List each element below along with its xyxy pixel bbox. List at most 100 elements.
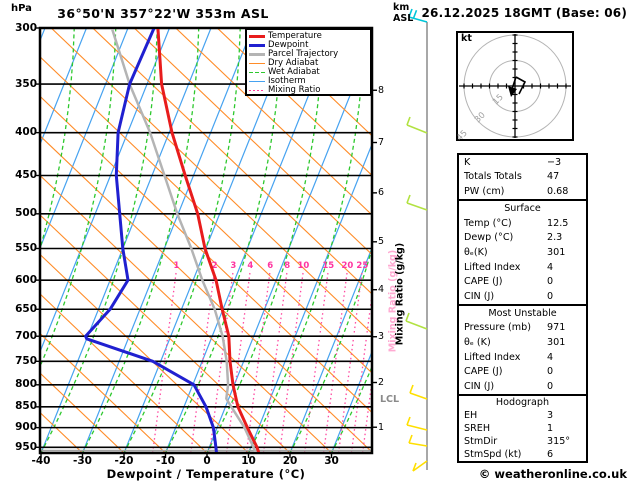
panel-row-value: 6 [547, 449, 554, 460]
panel-row: CIN (J) 0 [459, 291, 586, 302]
skewt-sounding-page: 1 2 3 4 6 8 10 15 20 25 15 30 45 hPa 36°50'N 357°22'… [0, 0, 629, 486]
pressure-tick-label: 800 [15, 378, 37, 391]
panel-row-label: Totals Totals [464, 171, 522, 183]
altitude-tick-label: 2 [378, 377, 385, 388]
pressure-axis-unit: hPa [11, 3, 32, 14]
panel-section: Most Unstable Pressure (mb) 971 θₑ (K) 301 Li… [459, 304, 586, 394]
pressure-tick-label: 400 [15, 126, 37, 139]
mixing-ratio-value-label: 4 [247, 261, 253, 271]
panel-row-label: CIN (J) [464, 291, 495, 303]
panel-section: K −3 Totals Totals 47 PW (cm) 0.68 [459, 155, 586, 199]
pressure-tick-label: 550 [15, 241, 37, 254]
wind-barb-icon [408, 434, 428, 447]
wind-barb-icon [405, 312, 428, 330]
panel-row-value: 47 [547, 171, 560, 183]
panel-row-label: CAPE (J) [464, 366, 503, 378]
altitude-tick-label: 3 [378, 331, 385, 343]
legend: Temperature Dewpoint Parcel Trajectory Dry … [245, 28, 372, 96]
legend-swatch-solid [249, 44, 265, 47]
temperature-tick-label: 20 [282, 455, 298, 467]
panel-row-value: 0 [547, 366, 554, 378]
panel-row-label: SREH [464, 423, 491, 434]
temperature-tick-label: 10 [241, 455, 256, 467]
panel-row: Temp (°C) 12.5 [459, 218, 586, 229]
altitude-tick-label: 8 [378, 84, 385, 96]
temperature-tick-label: -10 [156, 455, 175, 467]
panel-row-value: −3 [547, 156, 562, 168]
altitude-axis-unit-km: km [393, 2, 410, 13]
panel-row-label: CAPE (J) [464, 276, 503, 288]
panel-row-label: Temp (°C) [464, 217, 512, 229]
legend-swatch-solid [249, 80, 265, 83]
panel-row-value: 2.3 [547, 232, 563, 244]
temperature-tick-label: 30 [324, 455, 339, 467]
panel-row: CAPE (J) 0 [459, 366, 586, 377]
pressure-tick-label: 350 [15, 77, 37, 90]
panel-row-label: PW (cm) [464, 186, 505, 198]
legend-label: Mixing Ratio [268, 85, 321, 95]
pressure-tick-label: 500 [15, 207, 37, 220]
panel-row-value: 301 [547, 337, 566, 349]
mixing-ratio-value-label: 3 [230, 261, 236, 271]
panel-row-value: 971 [547, 322, 566, 334]
altitude-tick-label: 4 [378, 284, 385, 296]
panel-row-label: Lifted Index [464, 351, 521, 363]
mixing-ratio-value-label: 10 [297, 261, 309, 271]
legend-swatch-solid [249, 62, 265, 65]
pressure-tick-label: 700 [15, 329, 37, 342]
mixing-ratio-axis-label: Mixing Ratio (g/kg) [394, 242, 406, 346]
wind-barb-icon [406, 116, 428, 134]
altitude-tick-label: 1 [378, 421, 385, 433]
mixing-ratio-value-label: 15 [322, 261, 334, 271]
mixing-ratio-value-label: 6 [267, 261, 273, 271]
legend-item: Mixing Ratio [249, 86, 370, 95]
mixing-ratio-value-label: 1 [173, 261, 179, 271]
panel-row: Lifted Index 4 [459, 352, 586, 363]
panel-row-label: EH [464, 410, 478, 421]
wind-barb-icon [409, 384, 428, 400]
dewpoint-curve [84, 29, 218, 452]
legend-swatch-solid [249, 35, 265, 38]
panel-row: EH 3 [459, 410, 586, 421]
panel-row: StmSpd (kt) 6 [459, 449, 586, 460]
panel-row-value: 0 [547, 291, 554, 303]
panel-row: θₑ (K) 301 [459, 337, 586, 348]
altitude-axis-unit-asl: ASL [393, 13, 414, 24]
pressure-tick-label: 850 [15, 400, 37, 413]
panel-row: θₑ(K) 301 [459, 247, 586, 258]
panel-row-value: 3 [547, 410, 554, 421]
lcl-marker-label: LCL [380, 393, 400, 405]
datetime-label: 26.12.2025 18GMT (Base: 06) [421, 6, 627, 20]
wind-barb-column [405, 8, 428, 472]
panel-row: CAPE (J) 0 [459, 276, 586, 287]
panel-row-label: Pressure (mb) [464, 322, 531, 334]
panel-row-value: 4 [547, 261, 554, 273]
panel-row: SREH 1 [459, 423, 586, 434]
wind-barb-icon [412, 460, 428, 472]
panel-row-label: θₑ(K) [464, 246, 488, 258]
panel-row-value: 12.5 [547, 217, 569, 229]
pressure-tick-label: 600 [15, 273, 37, 286]
panel-row: Pressure (mb) 971 [459, 322, 586, 333]
legend-swatch-solid [249, 53, 265, 56]
panel-row: Lifted Index 4 [459, 262, 586, 273]
panel-row-value: 301 [547, 246, 566, 258]
station-title: 36°50'N 357°22'W 353m ASL [57, 6, 269, 21]
panel-section-header: Most Unstable [488, 307, 557, 319]
x-axis-title: Dewpoint / Temperature (°C) [106, 467, 306, 481]
mixing-ratio-value-label: 25 [356, 261, 368, 271]
altitude-tick-label: 6 [378, 187, 385, 199]
indices-panel: K −3 Totals Totals 47 PW (cm) 0.68 Surface Temp… [457, 153, 588, 463]
panel-row-value: 0.68 [547, 186, 569, 198]
hodograph-unit-label: kt [461, 33, 472, 44]
panel-section: Surface Temp (°C) 12.5 Dewp (°C) 2.3 θₑ(K) 301… [459, 199, 586, 304]
pressure-tick-label: 900 [15, 421, 37, 434]
temperature-tick-label: -20 [114, 455, 134, 467]
panel-row-value: 315° [547, 436, 571, 447]
panel-row-value: 0 [547, 381, 554, 393]
temperature-tick-label: -30 [73, 455, 92, 467]
panel-row-label: StmDir [464, 436, 498, 447]
pressure-tick-label: 650 [15, 302, 37, 315]
panel-row-label: θₑ (K) [464, 337, 491, 349]
panel-row-label: Dewp (°C) [464, 232, 514, 244]
